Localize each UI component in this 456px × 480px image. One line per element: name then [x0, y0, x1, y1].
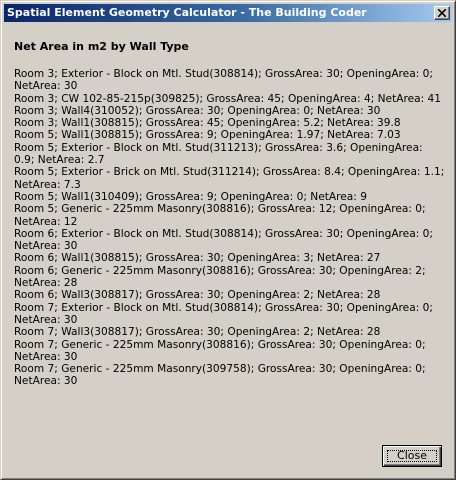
result-line: Room 7; Generic - 225mm Masonry(309758);…: [14, 363, 426, 388]
window-title: Spatial Element Geometry Calculator - Th…: [7, 6, 367, 19]
result-line: Room 5; Exterior - Block on Mtl. Stud(31…: [14, 141, 423, 167]
report-heading: Net Area in m2 by Wall Type: [14, 40, 189, 53]
result-line: Room 6; Wall1(308815); GrossArea: 30; Op…: [14, 252, 381, 265]
results-list: Room 3; Exterior - Block on Mtl. Stud(30…: [14, 68, 446, 388]
result-line: Room 3; Wall1(308815); GrossArea: 45; Op…: [14, 117, 401, 130]
result-line: Room 5; Wall1(308815); GrossArea: 9; Ope…: [14, 129, 401, 142]
close-button[interactable]: Close: [382, 445, 442, 467]
result-line: Room 6; Exterior - Block on Mtl. Stud(30…: [14, 227, 433, 253]
result-line: Room 5; Exterior - Brick on Mtl. Stud(31…: [14, 166, 445, 191]
result-line: Room 3; CW 102-85-215p(309825); GrossAre…: [14, 92, 442, 105]
result-line: Room 6; Wall3(308817); GrossArea: 30; Op…: [14, 289, 381, 302]
close-icon: [438, 9, 446, 17]
result-line: Room 3; Exterior - Block on Mtl. Stud(30…: [14, 68, 433, 93]
close-button-label: Close: [397, 449, 427, 462]
result-line: Room 7; Wall3(308817); GrossArea: 30; Op…: [14, 326, 381, 339]
result-line: Room 7; Generic - 225mm Masonry(308816);…: [14, 338, 426, 363]
result-line: Room 5; Generic - 225mm Masonry(308816);…: [14, 203, 426, 228]
result-line: Room 5; Wall1(310409); GrossArea: 9; Ope…: [14, 190, 367, 203]
title-bar[interactable]: Spatial Element Geometry Calculator - Th…: [4, 4, 452, 22]
dialog-window: Spatial Element Geometry Calculator - Th…: [0, 0, 456, 480]
result-line: Room 3; Wall4(310052); GrossArea: 30; Op…: [14, 104, 381, 117]
result-line: Room 6; Generic - 225mm Masonry(308816);…: [14, 264, 426, 290]
report-area: Net Area in m2 by Wall Type Room 3; Exte…: [14, 39, 446, 388]
result-line: Room 7; Exterior - Block on Mtl. Stud(30…: [14, 301, 433, 326]
title-close-button[interactable]: [434, 6, 450, 20]
